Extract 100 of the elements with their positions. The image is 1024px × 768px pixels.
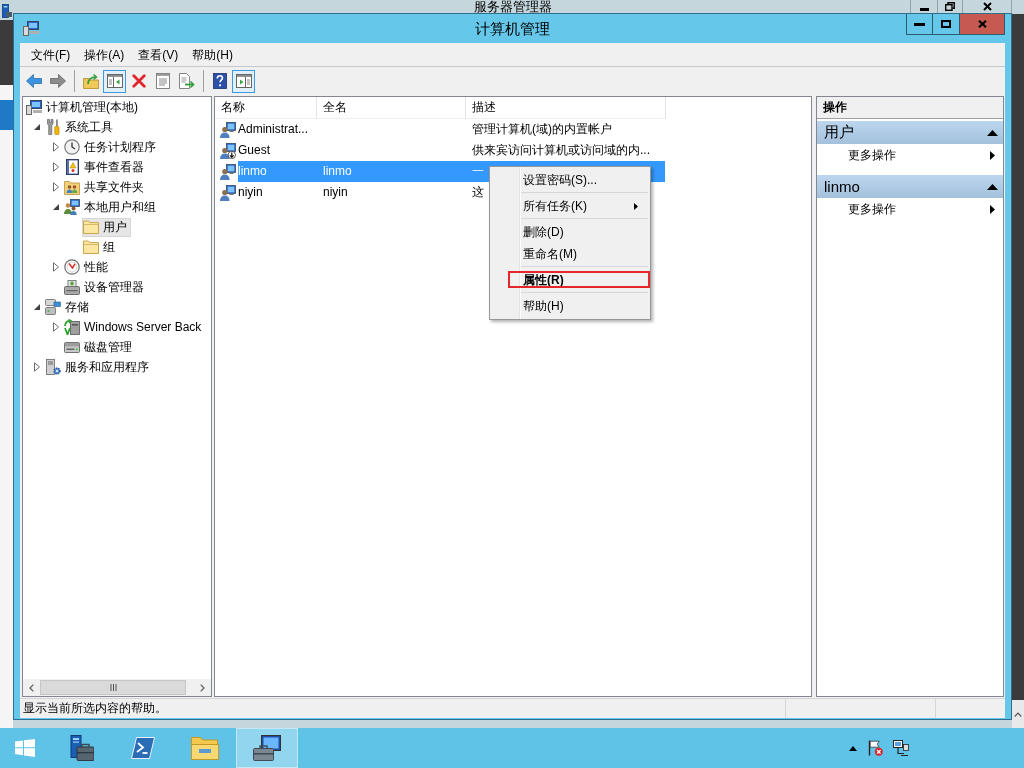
- minimize-button[interactable]: [906, 14, 933, 35]
- outline-triangle-icon[interactable]: [53, 182, 59, 192]
- export-icon: [178, 73, 195, 89]
- filled-triangle-icon[interactable]: [53, 204, 59, 210]
- menu-item[interactable]: 重命名(M): [490, 243, 650, 265]
- grip-icon: [109, 684, 117, 691]
- table-cell-text: Administrat...: [238, 121, 310, 138]
- window-title: 计算机管理: [475, 19, 550, 39]
- tree-item[interactable]: 组: [82, 237, 119, 257]
- action-item[interactable]: 更多操作: [817, 144, 1003, 167]
- up-triangle-icon[interactable]: [987, 183, 998, 190]
- flag-error-icon[interactable]: [867, 740, 883, 756]
- action-pane-toggle-button[interactable]: [232, 69, 255, 93]
- windows-logo-icon: [15, 739, 35, 757]
- action-item[interactable]: 更多操作: [817, 198, 1003, 221]
- menu-item[interactable]: 删除(D): [490, 221, 650, 243]
- outline-triangle-icon[interactable]: [53, 262, 59, 272]
- table-cell-text: 管理计算机(域)的内置帐户: [471, 121, 613, 138]
- table-cell-text: 这: [471, 184, 485, 201]
- right-triangle-icon[interactable]: [990, 205, 995, 214]
- menu-item[interactable]: 帮助(H): [185, 43, 240, 66]
- up-triangle-icon[interactable]: [849, 745, 857, 751]
- tree-item[interactable]: 任务计划程序: [63, 137, 160, 157]
- table-cell: linmo: [316, 161, 465, 182]
- backup-icon: [64, 319, 80, 335]
- computer-toolbox-icon: [253, 735, 281, 761]
- column-header[interactable]: 全名: [317, 97, 466, 119]
- outline-triangle-icon[interactable]: [34, 362, 40, 372]
- tree-toggle-button[interactable]: [103, 69, 126, 93]
- minimize-icon: [914, 22, 925, 26]
- computer-icon: [23, 20, 39, 36]
- column-header[interactable]: 描述: [466, 97, 666, 119]
- right-arrow-icon: [49, 74, 66, 88]
- tree-item[interactable]: 共享文件夹: [63, 177, 148, 197]
- log-book-icon: [64, 159, 80, 175]
- outline-triangle-icon[interactable]: [53, 162, 59, 172]
- menu-item[interactable]: 文件(F): [24, 43, 78, 66]
- folder-arrow-icon: [82, 73, 99, 89]
- tree-item[interactable]: 系统工具: [44, 117, 117, 137]
- tree-item[interactable]: 性能: [63, 257, 112, 277]
- column-header[interactable]: 名称: [215, 97, 317, 119]
- storage-icon: [45, 299, 61, 315]
- up-triangle-icon[interactable]: [987, 129, 998, 136]
- outline-triangle-icon[interactable]: [53, 142, 59, 152]
- tree-item[interactable]: Windows Server Back: [63, 317, 206, 337]
- clock-icon: [64, 139, 80, 155]
- tree-item[interactable]: 磁盘管理: [63, 337, 136, 357]
- folder-icon: [191, 736, 219, 760]
- maximize-icon: [941, 20, 951, 28]
- minimize-button[interactable]: [910, 0, 938, 14]
- tree-item[interactable]: 存储: [44, 297, 93, 317]
- table-cell: linmo: [238, 161, 316, 182]
- right-triangle-icon[interactable]: [990, 151, 995, 160]
- maximize-button[interactable]: [933, 14, 960, 35]
- device-icon: [64, 279, 80, 295]
- action-label: 更多操作: [848, 147, 896, 164]
- filled-triangle-icon[interactable]: [34, 304, 40, 310]
- outline-triangle-icon[interactable]: [53, 322, 59, 332]
- scrollbar-thumb[interactable]: [40, 680, 186, 695]
- menu-item[interactable]: 操作(A): [77, 43, 132, 66]
- table-cell-text: niyin: [322, 184, 349, 201]
- menu-item[interactable]: 查看(V): [131, 43, 186, 66]
- tree-item[interactable]: 本地用户和组: [63, 197, 160, 217]
- folder-icon: [83, 220, 99, 234]
- tree-item[interactable]: 用户: [82, 217, 131, 237]
- drive-icon: [64, 341, 80, 353]
- section-header[interactable]: linmo: [817, 175, 1003, 198]
- tree-item[interactable]: 事件查看器: [63, 157, 148, 177]
- vertical-scrollbar[interactable]: [1012, 700, 1024, 728]
- section-title: linmo: [824, 178, 860, 195]
- menu-item[interactable]: 所有任务(K): [490, 195, 650, 217]
- chevron-left-icon[interactable]: [29, 683, 34, 692]
- tree-item[interactable]: 计算机管理(本地): [25, 97, 142, 117]
- horizontal-scrollbar[interactable]: [23, 679, 211, 696]
- sidebar-panel: [0, 20, 13, 85]
- table-cell-text: niyin: [238, 184, 264, 201]
- menu-item[interactable]: 帮助(H): [490, 295, 650, 317]
- tree-item[interactable]: 设备管理器: [63, 277, 148, 297]
- delete-icon: [131, 74, 146, 88]
- chevron-up-icon[interactable]: [1014, 711, 1022, 717]
- status-text: 显示当前所选内容的帮助。: [22, 700, 168, 717]
- server-icon: [2, 4, 12, 18]
- pane-header: 操作: [817, 97, 1003, 119]
- network-icon[interactable]: [893, 740, 909, 756]
- section-title: 用户: [824, 123, 854, 142]
- filled-triangle-icon[interactable]: [34, 124, 40, 130]
- computer-icon: [26, 99, 42, 115]
- folder-icon: [83, 240, 99, 254]
- close-icon: [977, 20, 987, 28]
- document-icon: [155, 73, 170, 89]
- table-cell-text: 供来宾访问计算机或访问域的内...: [471, 142, 651, 159]
- tree-item[interactable]: 服务和应用程序: [44, 357, 153, 377]
- section-header[interactable]: 用户: [817, 121, 1003, 144]
- action-label: 更多操作: [848, 201, 896, 218]
- gauge-icon: [64, 259, 80, 275]
- chevron-right-icon[interactable]: [200, 683, 205, 692]
- server-gear-icon: [45, 359, 61, 375]
- terminal-icon: [131, 737, 155, 759]
- taskbar-button[interactable]: [236, 728, 298, 768]
- close-icon: [982, 2, 992, 11]
